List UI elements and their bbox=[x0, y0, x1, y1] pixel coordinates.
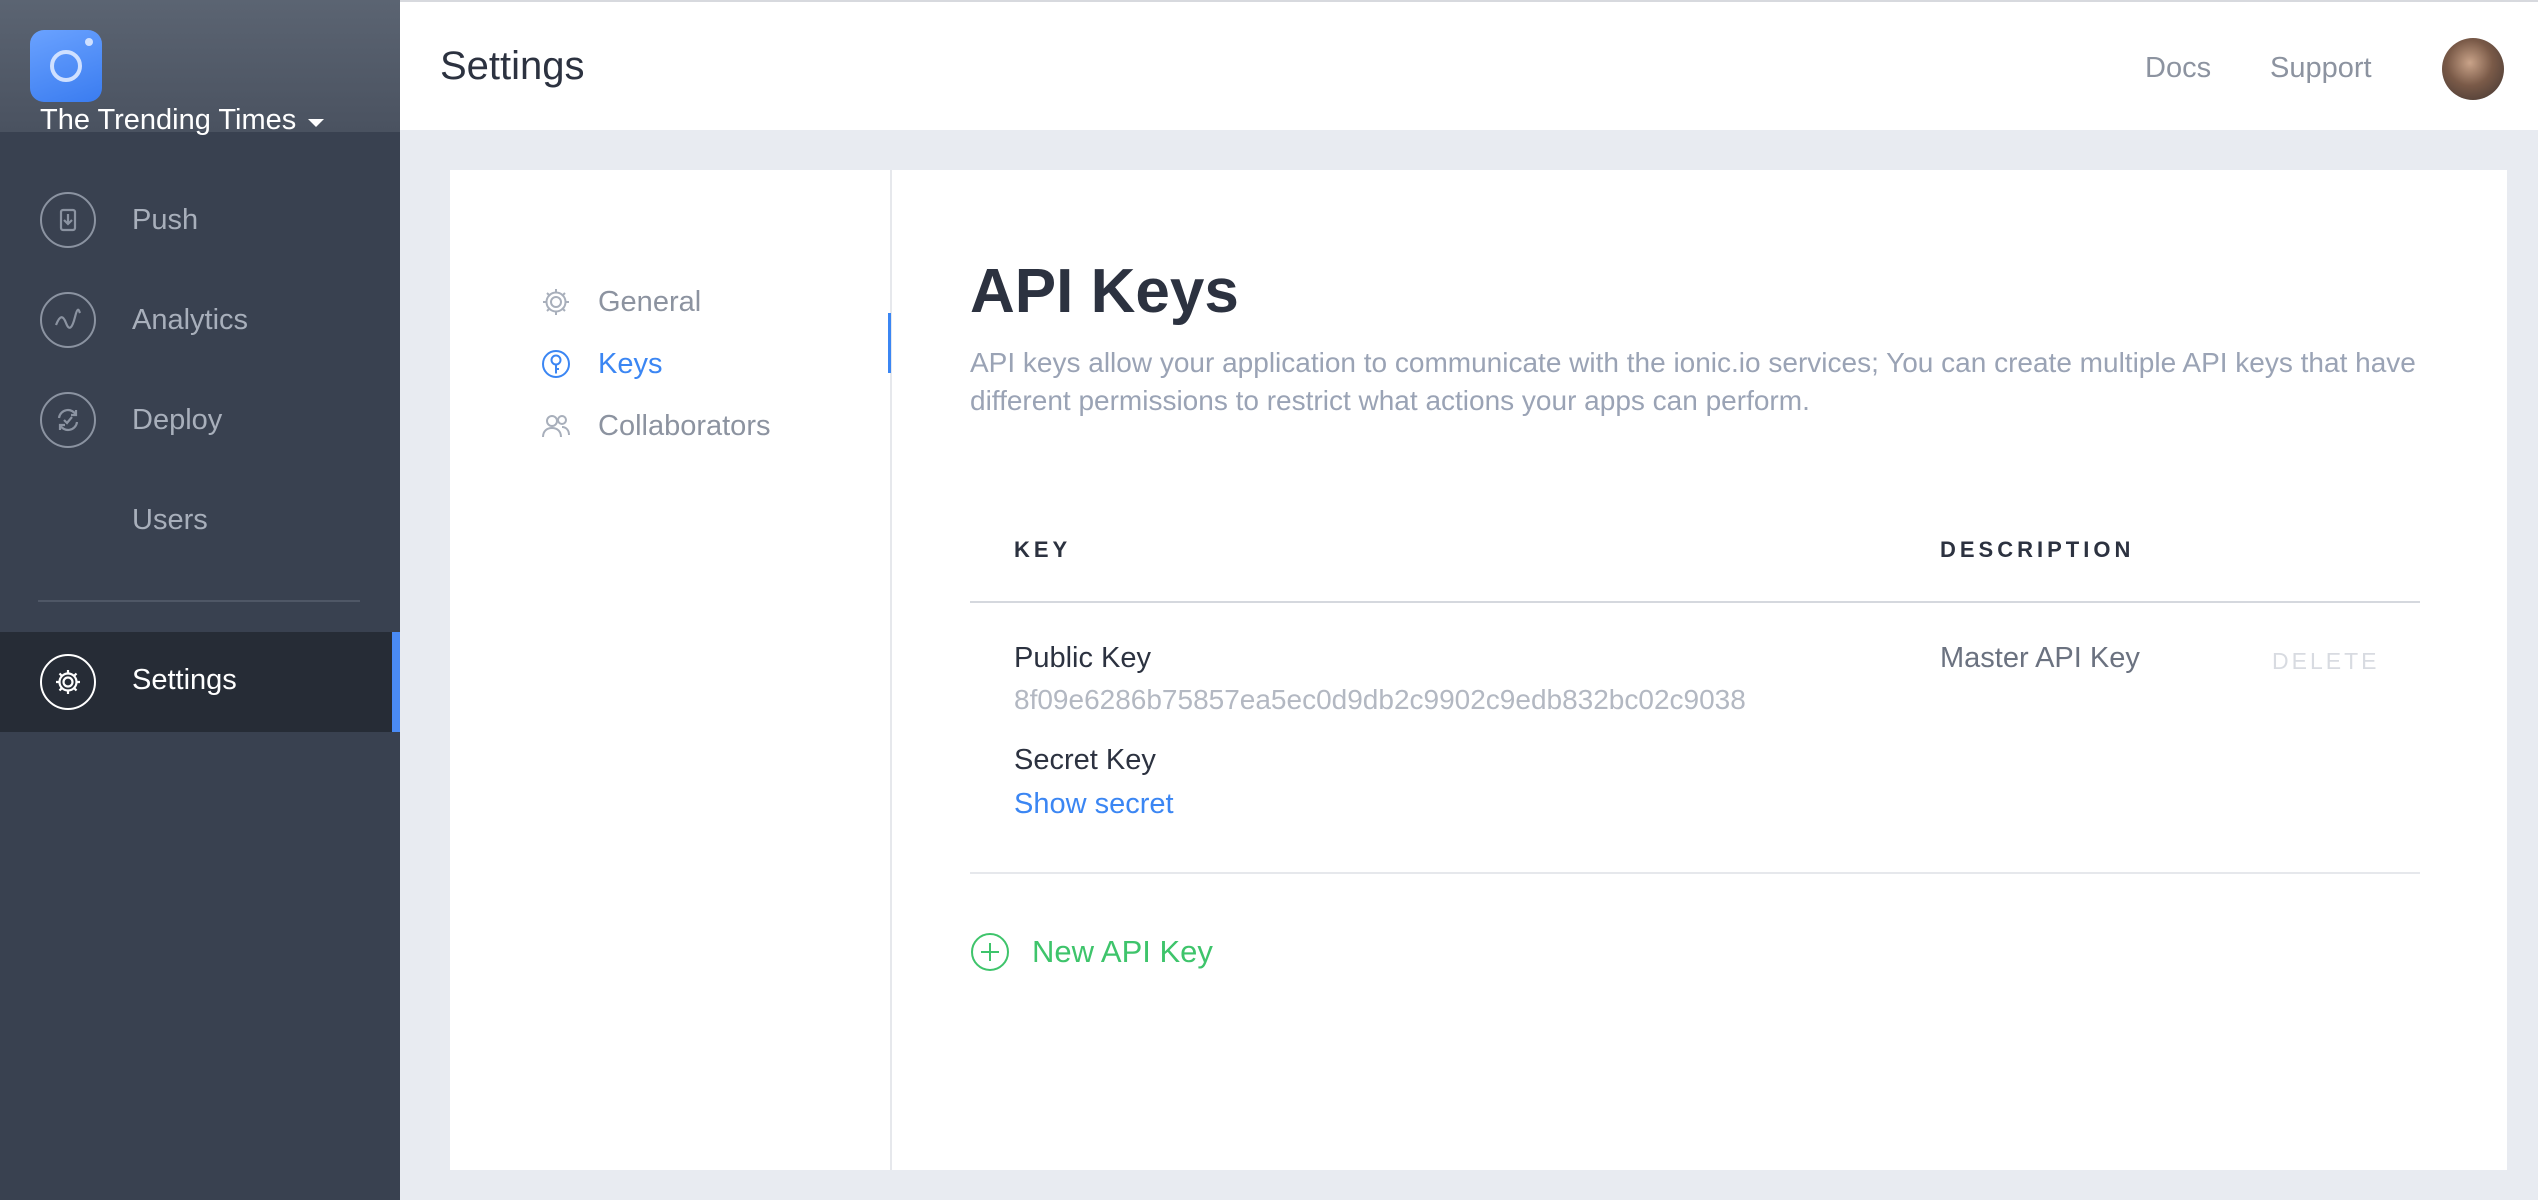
settings-subnav: General Keys Collaborators bbox=[450, 170, 892, 1170]
sidebar-item-label: Users bbox=[132, 503, 208, 536]
sidebar-item-deploy[interactable]: Deploy bbox=[0, 370, 400, 470]
sidebar-item-push[interactable]: Push bbox=[0, 170, 400, 270]
subnav-item-label: General bbox=[598, 285, 702, 318]
push-icon bbox=[40, 192, 96, 248]
column-header-description: DESCRIPTION bbox=[1940, 537, 2135, 562]
page-header-title: Settings bbox=[440, 44, 585, 88]
sidebar-item-label: Settings bbox=[132, 664, 237, 696]
sidebar-item-settings[interactable]: Settings bbox=[0, 632, 400, 732]
sidebar-nav: Push Analytics Deploy Users bbox=[0, 170, 400, 570]
sidebar-item-label: Analytics bbox=[132, 303, 249, 336]
new-api-key-label: New API Key bbox=[1032, 934, 1213, 969]
page-title: API Keys bbox=[970, 257, 1239, 326]
secret-key-label: Secret Key bbox=[1014, 744, 1156, 776]
subnav-item-label: Keys bbox=[598, 347, 663, 380]
gear-icon bbox=[40, 654, 96, 710]
sidebar-item-users[interactable]: Users bbox=[0, 470, 400, 570]
gear-icon bbox=[543, 289, 569, 315]
plus-circle-icon bbox=[971, 933, 1009, 971]
app-switcher-area: The Trending Times bbox=[0, 0, 400, 136]
avatar[interactable] bbox=[2442, 38, 2504, 100]
app-name: The Trending Times bbox=[40, 104, 297, 136]
subnav-item-keys[interactable]: Keys bbox=[540, 344, 662, 384]
users-icon bbox=[542, 415, 570, 438]
app-switcher[interactable]: The Trending Times bbox=[40, 104, 325, 137]
table-header-divider bbox=[970, 601, 2420, 603]
public-key-label: Public Key bbox=[1014, 642, 1152, 674]
new-api-key-button[interactable]: New API Key bbox=[970, 932, 1213, 972]
support-link[interactable]: Support bbox=[2270, 52, 2372, 85]
active-indicator bbox=[392, 632, 400, 732]
subnav-item-collaborators[interactable]: Collaborators bbox=[540, 406, 770, 446]
active-subnav-indicator bbox=[888, 313, 891, 373]
delete-key-button[interactable]: DELETE bbox=[2272, 648, 2379, 675]
page-description: API keys allow your application to commu… bbox=[970, 347, 2416, 416]
docs-link[interactable]: Docs bbox=[2145, 52, 2211, 85]
key-icon bbox=[542, 350, 570, 378]
sidebar-item-label: Deploy bbox=[132, 403, 223, 436]
sidebar-item-label: Push bbox=[132, 203, 199, 236]
key-description: Master API Key bbox=[1940, 642, 2140, 674]
caret-down-icon bbox=[308, 118, 325, 127]
subnav-item-label: Collaborators bbox=[598, 409, 771, 442]
column-header-key: KEY bbox=[1014, 537, 1072, 562]
table-row-divider bbox=[970, 872, 2420, 874]
sidebar-divider bbox=[38, 600, 360, 602]
show-secret-link[interactable]: Show secret bbox=[1014, 788, 1174, 821]
sidebar-item-analytics[interactable]: Analytics bbox=[0, 270, 400, 370]
top-header: Settings Docs Support bbox=[400, 0, 2538, 130]
deploy-icon bbox=[40, 392, 96, 448]
app-logo bbox=[30, 30, 102, 102]
analytics-icon bbox=[40, 292, 96, 348]
sidebar: The Trending Times Push Analytics Deploy… bbox=[0, 0, 400, 1200]
settings-card: General Keys Collaborators API Keys API … bbox=[450, 170, 2507, 1170]
subnav-item-general[interactable]: General bbox=[540, 282, 701, 322]
public-key-value: 8f09e6286b75857ea5ec0d9db2c9902c9edb832b… bbox=[1014, 684, 1746, 715]
